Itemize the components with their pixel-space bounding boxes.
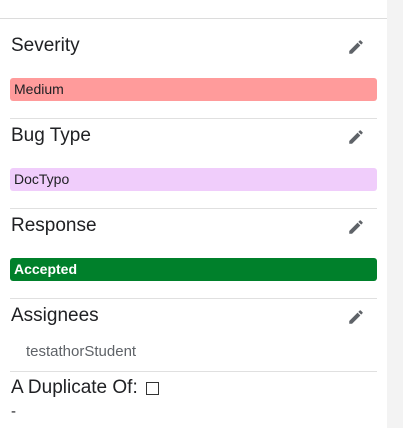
divider [10,118,377,119]
severity-title: Severity [11,35,80,56]
assignees-edit-button[interactable] [344,305,368,329]
bug-type-tag: DocTypo [10,168,377,191]
pencil-icon [349,310,363,324]
divider [10,371,377,372]
response-title: Response [11,215,97,236]
divider [10,208,377,209]
duplicate-checkbox[interactable] [145,381,159,395]
bug-type-title: Bug Type [11,125,91,146]
bug-type-edit-button[interactable] [344,125,368,149]
scrollbar-gutter [387,0,403,428]
pencil-icon [349,130,363,144]
top-divider [0,18,387,19]
severity-tag: Medium [10,78,377,101]
pencil-icon [349,220,363,234]
severity-edit-button[interactable] [344,35,368,59]
pencil-icon [349,40,363,54]
divider [10,298,377,299]
assignee-name: testathorStudent [26,343,137,360]
duplicate-row: A Duplicate Of: [11,377,159,399]
duplicate-value: - [11,403,16,420]
assignees-title: Assignees [11,305,99,326]
duplicate-label: A Duplicate Of: [11,377,138,398]
response-edit-button[interactable] [344,215,368,239]
response-tag: Accepted [10,258,377,281]
